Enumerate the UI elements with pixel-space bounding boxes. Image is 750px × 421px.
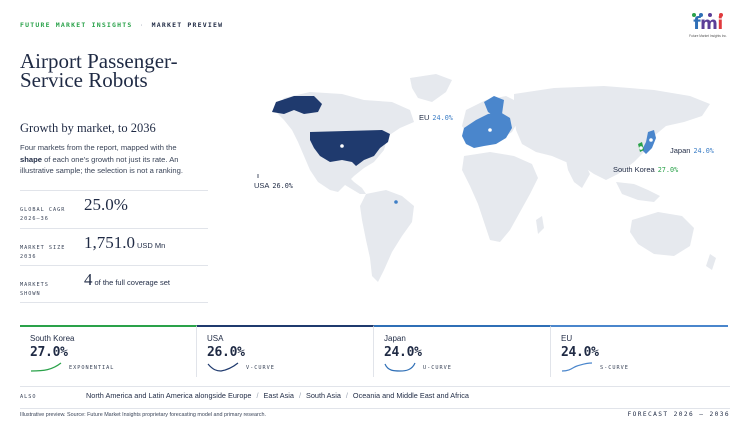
stat-value: 25.0% [84,195,128,214]
exponential-curve-icon [30,362,62,372]
stat-caption: of the full coverage set [94,278,170,287]
market-cards: South Korea 27.0% EXPONENTIAL USA 26.0% … [20,325,730,377]
also-item[interactable]: East Asia [264,391,294,400]
s-curve-icon [561,362,593,372]
map-marker-eu [488,128,492,132]
stat-label: GLOBAL CAGR 2026–36 [20,207,66,222]
card-south-korea[interactable]: South Korea 27.0% EXPONENTIAL [20,325,197,377]
stat-market-size: MARKET SIZE 2036 1,751.0 USD Mn [20,228,208,266]
map-marker-usa [340,144,344,148]
map-land-south-america [360,190,414,282]
source-note: Illustrative preview. Source: Future Mar… [20,412,266,418]
stat-unit: USD Mn [137,241,166,250]
map-marker-korea [639,146,643,150]
stat-global-cagr: GLOBAL CAGR 2026–36 25.0% [20,190,208,228]
map-label-eu: EU 24.0% [419,113,453,122]
card-curve-label: S-CURVE [600,365,629,371]
card-usa[interactable]: USA 26.0% V-CURVE [197,325,374,377]
map-label-japan: Japan 24.0% [670,146,714,155]
card-curve-label: EXPONENTIAL [69,365,115,371]
also-item[interactable]: South Asia [306,391,341,400]
logo-tagline: Future Market Insights Inc. [689,34,727,38]
header-separator: · [139,21,145,29]
card-value: 24.0% [561,345,599,360]
stat-markets-shown: MARKETS SHOWN 4 of the full coverage set [20,265,208,303]
section-label: MARKET PREVIEW [151,21,224,29]
fmi-logo[interactable]: fmi Future Market Insights Inc. [686,13,730,42]
card-name: EU [561,334,573,343]
card-japan[interactable]: Japan 24.0% U-CURVE [374,325,551,377]
logo-dots [686,13,730,19]
card-curve-label: V-CURVE [246,365,275,371]
stats-divider [20,302,208,303]
map-label-south-korea: South Korea 27.0% [613,165,679,174]
also-label: ALSO [20,394,37,400]
also-list: North America and Latin America alongsid… [86,391,469,400]
map-land-madagascar [536,216,544,234]
card-name: USA [207,334,224,343]
report-description: Four markets from the report, mapped wit… [20,142,190,177]
card-eu[interactable]: EU 24.0% S-CURVE [551,325,728,377]
page-subtitle: Growth by market, to 2036 [20,121,156,135]
also-item[interactable]: Oceania and Middle East and Africa [353,391,469,400]
forecast-range: FORECAST 2026 – 2036 [627,411,730,418]
map-land-australia [630,212,694,256]
brand-name: FUTURE MARKET INSIGHTS [20,21,133,29]
card-name: Japan [384,334,406,343]
v-curve-icon [207,362,239,372]
stat-label: MARKETS SHOWN [20,282,49,297]
header-bar: FUTURE MARKET INSIGHTS · MARKET PREVIEW [20,21,223,29]
also-row: ALSO North America and Latin America alo… [20,386,730,404]
map-land-asia [514,86,710,180]
footer: Illustrative preview. Source: Future Mar… [20,408,730,418]
card-value: 27.0% [30,345,68,360]
card-value: 24.0% [384,345,422,360]
stat-label: MARKET SIZE 2036 [20,245,66,260]
stat-value: 1,751.0 USD Mn [84,233,166,252]
card-name: South Korea [30,334,75,343]
map-land-new-zealand [706,254,716,270]
stat-value: 4 of the full coverage set [84,270,170,289]
card-value: 26.0% [207,345,245,360]
map-marker-japan [649,138,653,142]
card-curve-label: U-CURVE [423,365,452,371]
desc-text-2: of each one's growth not just its rate. … [20,154,183,176]
map-label-usa: USA 26.0% [254,181,293,190]
desc-bold: shape [20,154,42,164]
map-marker-caribbean [394,200,398,204]
desc-text-1: Four markets from the report, mapped wit… [20,143,177,152]
map-land-greenland [410,74,452,102]
also-item[interactable]: North America and Latin America alongsid… [86,391,252,400]
u-curve-icon [384,362,416,372]
page-title: Airport Passenger-Service Robots [20,49,178,92]
map-land-se-asia [616,182,660,202]
map-land-africa [462,152,538,242]
